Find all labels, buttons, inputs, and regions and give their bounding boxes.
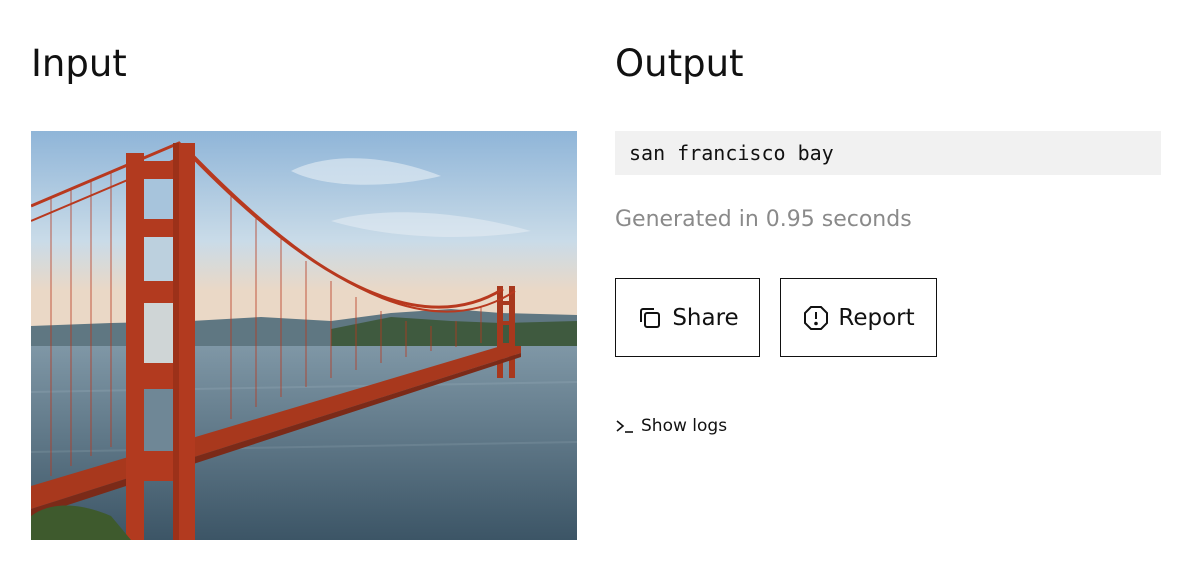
input-image [31, 131, 577, 540]
report-button[interactable]: Report [780, 278, 937, 357]
copy-icon [636, 304, 664, 332]
show-logs-toggle[interactable]: Show logs [615, 416, 727, 436]
output-text: san francisco bay [615, 131, 1161, 175]
share-label: Share [672, 304, 739, 331]
share-button[interactable]: Share [615, 278, 760, 357]
output-heading: Output [615, 42, 744, 85]
generation-time: Generated in 0.95 seconds [615, 207, 912, 232]
show-logs-label: Show logs [641, 416, 728, 436]
alert-octagon-icon [802, 304, 830, 332]
report-label: Report [838, 304, 915, 331]
input-heading: Input [31, 42, 127, 85]
terminal-prompt-icon [615, 416, 635, 436]
